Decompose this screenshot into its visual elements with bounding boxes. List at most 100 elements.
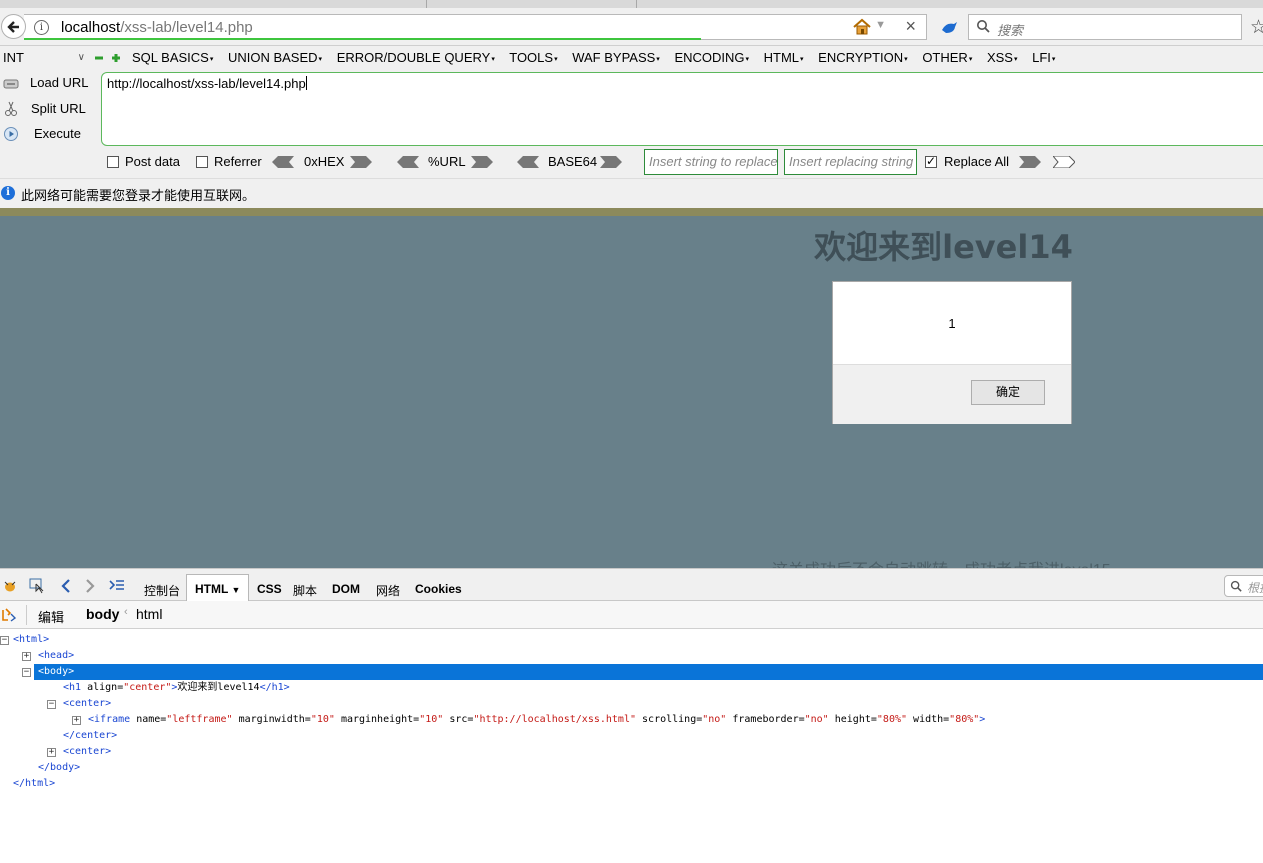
tree-row-html-close[interactable]: </html> [0, 776, 1263, 792]
tree-row-iframe[interactable]: + <iframe name="leftframe" marginwidth="… [0, 712, 1263, 728]
collapse-icon[interactable]: − [22, 668, 31, 677]
search-placeholder: 搜索 [997, 23, 1024, 38]
tree-attr: frameborder= [732, 714, 805, 725]
hackbar-url-textarea[interactable]: http://localhost/xss-lab/level14.php [101, 72, 1263, 146]
chevron-down-icon[interactable]: ▼ [875, 19, 886, 31]
collapse-icon[interactable]: − [0, 636, 9, 645]
nav-bar: i localhost/xss-lab/level14.php ▼ × 搜索 ☆ [0, 8, 1263, 46]
home-icon[interactable] [852, 18, 872, 36]
tab-network[interactable]: 网络 [376, 582, 400, 599]
tree-row-head[interactable]: + <head> [0, 648, 1263, 664]
menu-tools[interactable]: TOOLS▾ [509, 50, 557, 65]
tab-dom[interactable]: DOM [332, 582, 360, 596]
replace-arrow-icon[interactable] [1019, 156, 1041, 168]
tab-html[interactable]: HTML ▼ [186, 574, 249, 602]
replace-all-checkbox[interactable] [925, 154, 937, 168]
decode-base64-arrow-icon[interactable] [517, 156, 539, 168]
tab-css[interactable]: CSS [257, 582, 282, 596]
load-url-icon [3, 79, 19, 89]
breadcrumb-html[interactable]: html [136, 606, 162, 622]
tree-row-body-close[interactable]: </body> [0, 760, 1263, 776]
replace-next-arrow-icon[interactable] [1053, 156, 1075, 168]
menu-waf-bypass[interactable]: WAF BYPASS▾ [572, 50, 660, 65]
tree-attr: width= [913, 714, 950, 725]
bookmark-star-icon[interactable]: ☆ [1250, 16, 1263, 39]
post-data-checkbox[interactable] [107, 156, 119, 168]
info-icon[interactable]: i [34, 20, 49, 35]
referrer-checkbox[interactable] [196, 156, 208, 168]
tree-row-center[interactable]: − <center> [0, 696, 1263, 712]
layout-icon[interactable] [2, 608, 16, 622]
expand-icon[interactable]: + [22, 652, 31, 661]
close-icon[interactable]: × [905, 16, 916, 37]
tree-attr-value: "center" [123, 682, 172, 693]
firebug-icon[interactable] [2, 578, 18, 594]
page-footer-link[interactable]: 这关成功后不会自动跳转。成功者点我进level15 [772, 556, 1111, 568]
tree-attr-value: "80%" [949, 714, 980, 725]
menu-html[interactable]: HTML▾ [764, 50, 804, 65]
dropdown-arrow-icon: ▾ [318, 55, 323, 63]
tree-attr: marginwidth= [238, 714, 311, 725]
tab-script[interactable]: 脚本 [293, 582, 317, 599]
int-select[interactable]: INT ∨ [0, 48, 88, 68]
encode-url-arrow-icon[interactable] [471, 156, 493, 168]
notification-text[interactable]: 此网络可能需要您登录才能使用互联网。 [21, 185, 255, 204]
menu-error-double-query[interactable]: ERROR/DOUBLE QUERY▾ [337, 50, 495, 65]
devtools-search-input[interactable]: 根据 [1224, 575, 1263, 597]
menu-xss[interactable]: XSS▾ [987, 50, 1018, 65]
tab-console[interactable]: 控制台 [144, 582, 180, 599]
forward-nav-icon[interactable] [82, 578, 98, 594]
alert-ok-button[interactable]: 确定 [971, 380, 1045, 405]
url-bar[interactable]: i localhost/xss-lab/level14.php ▼ × [24, 14, 927, 40]
tree-row-body-selected[interactable]: <body> [34, 664, 1263, 680]
tree-row-center-2[interactable]: + <center> [0, 744, 1263, 760]
encode-base64-arrow-icon[interactable] [600, 156, 622, 168]
url-text[interactable]: localhost/xss-lab/level14.php [61, 19, 253, 36]
search-bar[interactable]: 搜索 [968, 14, 1242, 40]
tree-attr: src= [449, 714, 474, 725]
edit-button[interactable]: 编辑 [38, 607, 64, 626]
replace-string-input[interactable]: Insert string to replace [644, 149, 778, 175]
plus-icon[interactable] [112, 54, 120, 62]
encode-hex-arrow-icon[interactable] [350, 156, 372, 168]
load-url-button[interactable]: Load URL [0, 72, 95, 94]
menu-label: XSS [986, 50, 1013, 65]
execute-label: Execute [34, 126, 81, 141]
extension-bird-icon[interactable] [940, 20, 958, 36]
collapse-icon[interactable]: − [47, 700, 56, 709]
url-encoding-label: %URL [428, 154, 466, 169]
back-nav-icon[interactable] [58, 578, 74, 594]
page-load-progress [24, 38, 701, 40]
menu-sql-basics[interactable]: SQL BASICS▾ [132, 50, 213, 65]
tree-tag: <head> [38, 650, 75, 661]
tree-tag: </body> [38, 762, 81, 773]
breadcrumb-body[interactable]: body [86, 606, 119, 622]
back-button[interactable] [1, 14, 26, 39]
replacing-string-input[interactable]: Insert replacing string [784, 149, 917, 175]
menu-label: WAF BYPASS [572, 50, 656, 65]
tab-cookies[interactable]: Cookies [415, 582, 462, 596]
inspect-element-icon[interactable] [29, 578, 45, 594]
tree-row-h1[interactable]: <h1 align="center">欢迎来到level14</h1> [0, 680, 1263, 696]
referrer-label: Referrer [214, 154, 262, 169]
command-line-icon[interactable] [109, 578, 125, 594]
expand-icon[interactable]: + [72, 716, 81, 725]
expand-icon[interactable]: + [47, 748, 56, 757]
dimmed-header-strip [0, 208, 1263, 216]
menu-encoding[interactable]: ENCODING▾ [674, 50, 749, 65]
tree-row-center-close[interactable]: </center> [0, 728, 1263, 744]
decode-hex-arrow-icon[interactable] [272, 156, 294, 168]
menu-label: ENCODING [674, 50, 745, 65]
play-icon [4, 127, 18, 141]
menu-other[interactable]: OTHER▾ [922, 50, 972, 65]
tree-attr-value: "10" [310, 714, 335, 725]
tree-row-html[interactable]: − <html> [0, 632, 1263, 648]
menu-encryption[interactable]: ENCRYPTION▾ [818, 50, 908, 65]
execute-button[interactable]: Execute [0, 123, 95, 145]
menu-union-based[interactable]: UNION BASED▾ [228, 50, 322, 65]
hackbar-body: Load URL Split URL Execute http://localh… [0, 70, 1263, 178]
decode-url-arrow-icon[interactable] [397, 156, 419, 168]
split-url-button[interactable]: Split URL [0, 98, 95, 120]
menu-lfi[interactable]: LFI▾ [1032, 50, 1055, 65]
minus-icon[interactable] [95, 54, 103, 62]
